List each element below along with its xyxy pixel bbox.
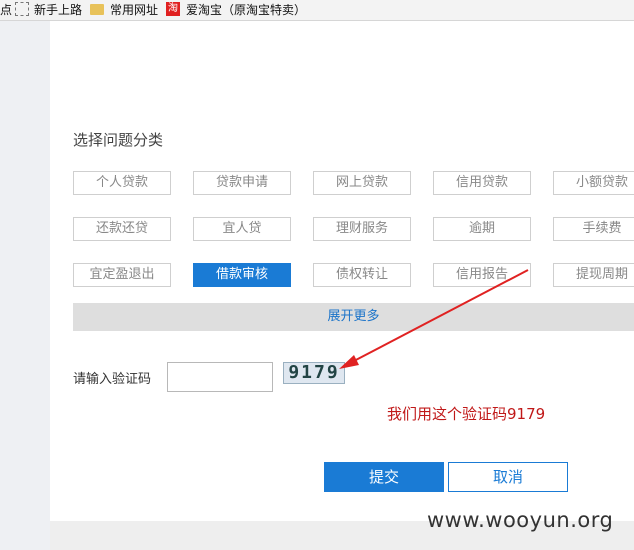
watermark: www.wooyun.org xyxy=(427,508,614,532)
arrow-head xyxy=(339,355,359,369)
submit-button[interactable]: 提交 xyxy=(324,462,444,492)
annotation-text: 我们用这个验证码9179 xyxy=(387,405,546,423)
arrow-line xyxy=(351,269,529,363)
cancel-button[interactable]: 取消 xyxy=(448,462,568,492)
